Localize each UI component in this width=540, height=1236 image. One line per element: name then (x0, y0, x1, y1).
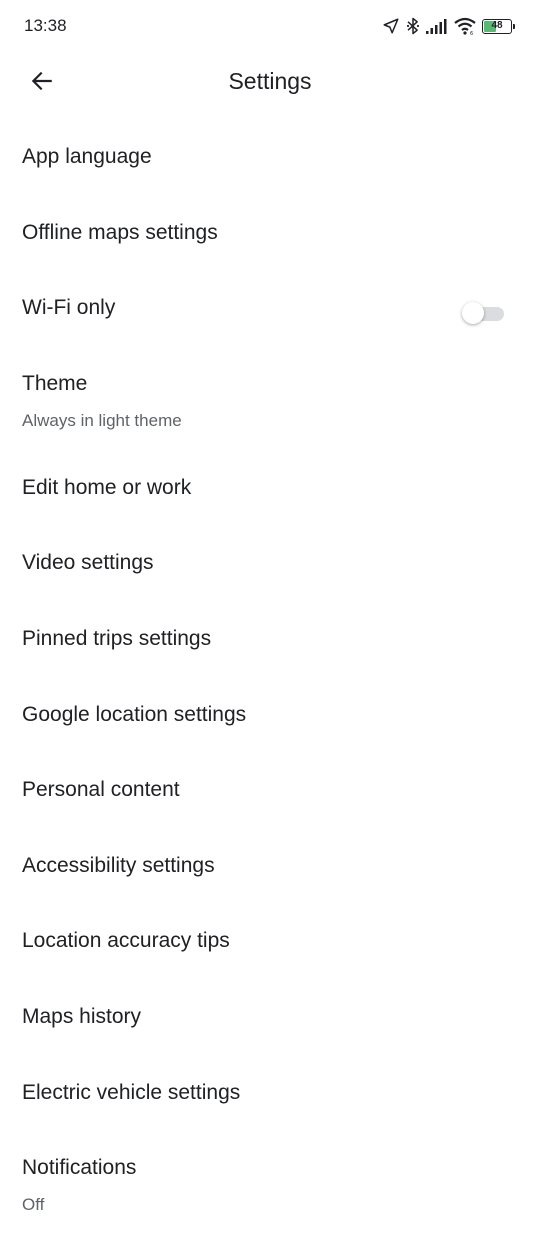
settings-item-label: App language (22, 145, 152, 168)
wifi-only-toggle[interactable] (462, 302, 504, 325)
settings-item-edit-home-work[interactable]: Edit home or work (0, 452, 540, 528)
settings-list: App language Offline maps settings Wi-Fi… (0, 121, 540, 1236)
signal-strength-icon (426, 17, 448, 35)
battery-icon: 48 (482, 18, 515, 34)
settings-item-label: Accessibility settings (22, 853, 215, 877)
settings-item-label: Video settings (22, 551, 154, 575)
location-arrow-icon (382, 17, 400, 35)
wifi-icon: 6 (453, 16, 477, 36)
settings-item-label: Maps history (22, 1004, 142, 1028)
settings-item-label: Google location settings (22, 702, 247, 726)
battery-level: 48 (491, 20, 503, 31)
settings-item-video[interactable]: Video settings (0, 527, 540, 603)
app-bar: Settings (0, 54, 540, 112)
settings-item-label: Pinned trips settings (22, 626, 212, 650)
settings-item-pinned-trips[interactable]: Pinned trips settings (0, 603, 540, 679)
settings-item-personal-content[interactable]: Personal content (0, 754, 540, 830)
settings-item-app-language[interactable]: App language (0, 121, 540, 197)
settings-item-theme[interactable]: Theme Always in light theme (0, 348, 540, 452)
settings-item-offline-maps[interactable]: Offline maps settings (0, 197, 540, 273)
settings-item-accessibility[interactable]: Accessibility settings (0, 830, 540, 906)
settings-item-wifi-only[interactable]: Wi-Fi only (0, 272, 540, 348)
settings-item-electric-vehicle[interactable]: Electric vehicle settings (0, 1057, 540, 1133)
settings-item-label: Location accuracy tips (22, 929, 230, 953)
svg-text:6: 6 (470, 31, 473, 36)
settings-item-label: Electric vehicle settings (22, 1080, 241, 1104)
settings-item-label: Personal content (22, 778, 180, 802)
settings-item-google-location[interactable]: Google location settings (0, 679, 540, 755)
bluetooth-icon (405, 16, 421, 36)
settings-item-label: Theme (22, 371, 88, 395)
status-icons: 6 48 (382, 14, 515, 38)
settings-item-label: Offline maps settings (22, 220, 218, 244)
status-bar: 13:38 6 48 (0, 0, 540, 54)
settings-item-maps-history[interactable]: Maps history (0, 981, 540, 1057)
settings-item-label: Edit home or work (22, 475, 192, 499)
settings-item-label: Notifications (22, 1156, 137, 1180)
settings-item-subtitle: Off (22, 1195, 45, 1215)
status-time: 13:38 (24, 16, 67, 35)
settings-item-notifications[interactable]: Notifications Off (0, 1132, 540, 1236)
settings-item-label: Wi-Fi only (22, 296, 116, 320)
settings-item-location-accuracy-tips[interactable]: Location accuracy tips (0, 905, 540, 981)
page-title: Settings (228, 68, 312, 94)
settings-item-subtitle: Always in light theme (22, 410, 182, 430)
